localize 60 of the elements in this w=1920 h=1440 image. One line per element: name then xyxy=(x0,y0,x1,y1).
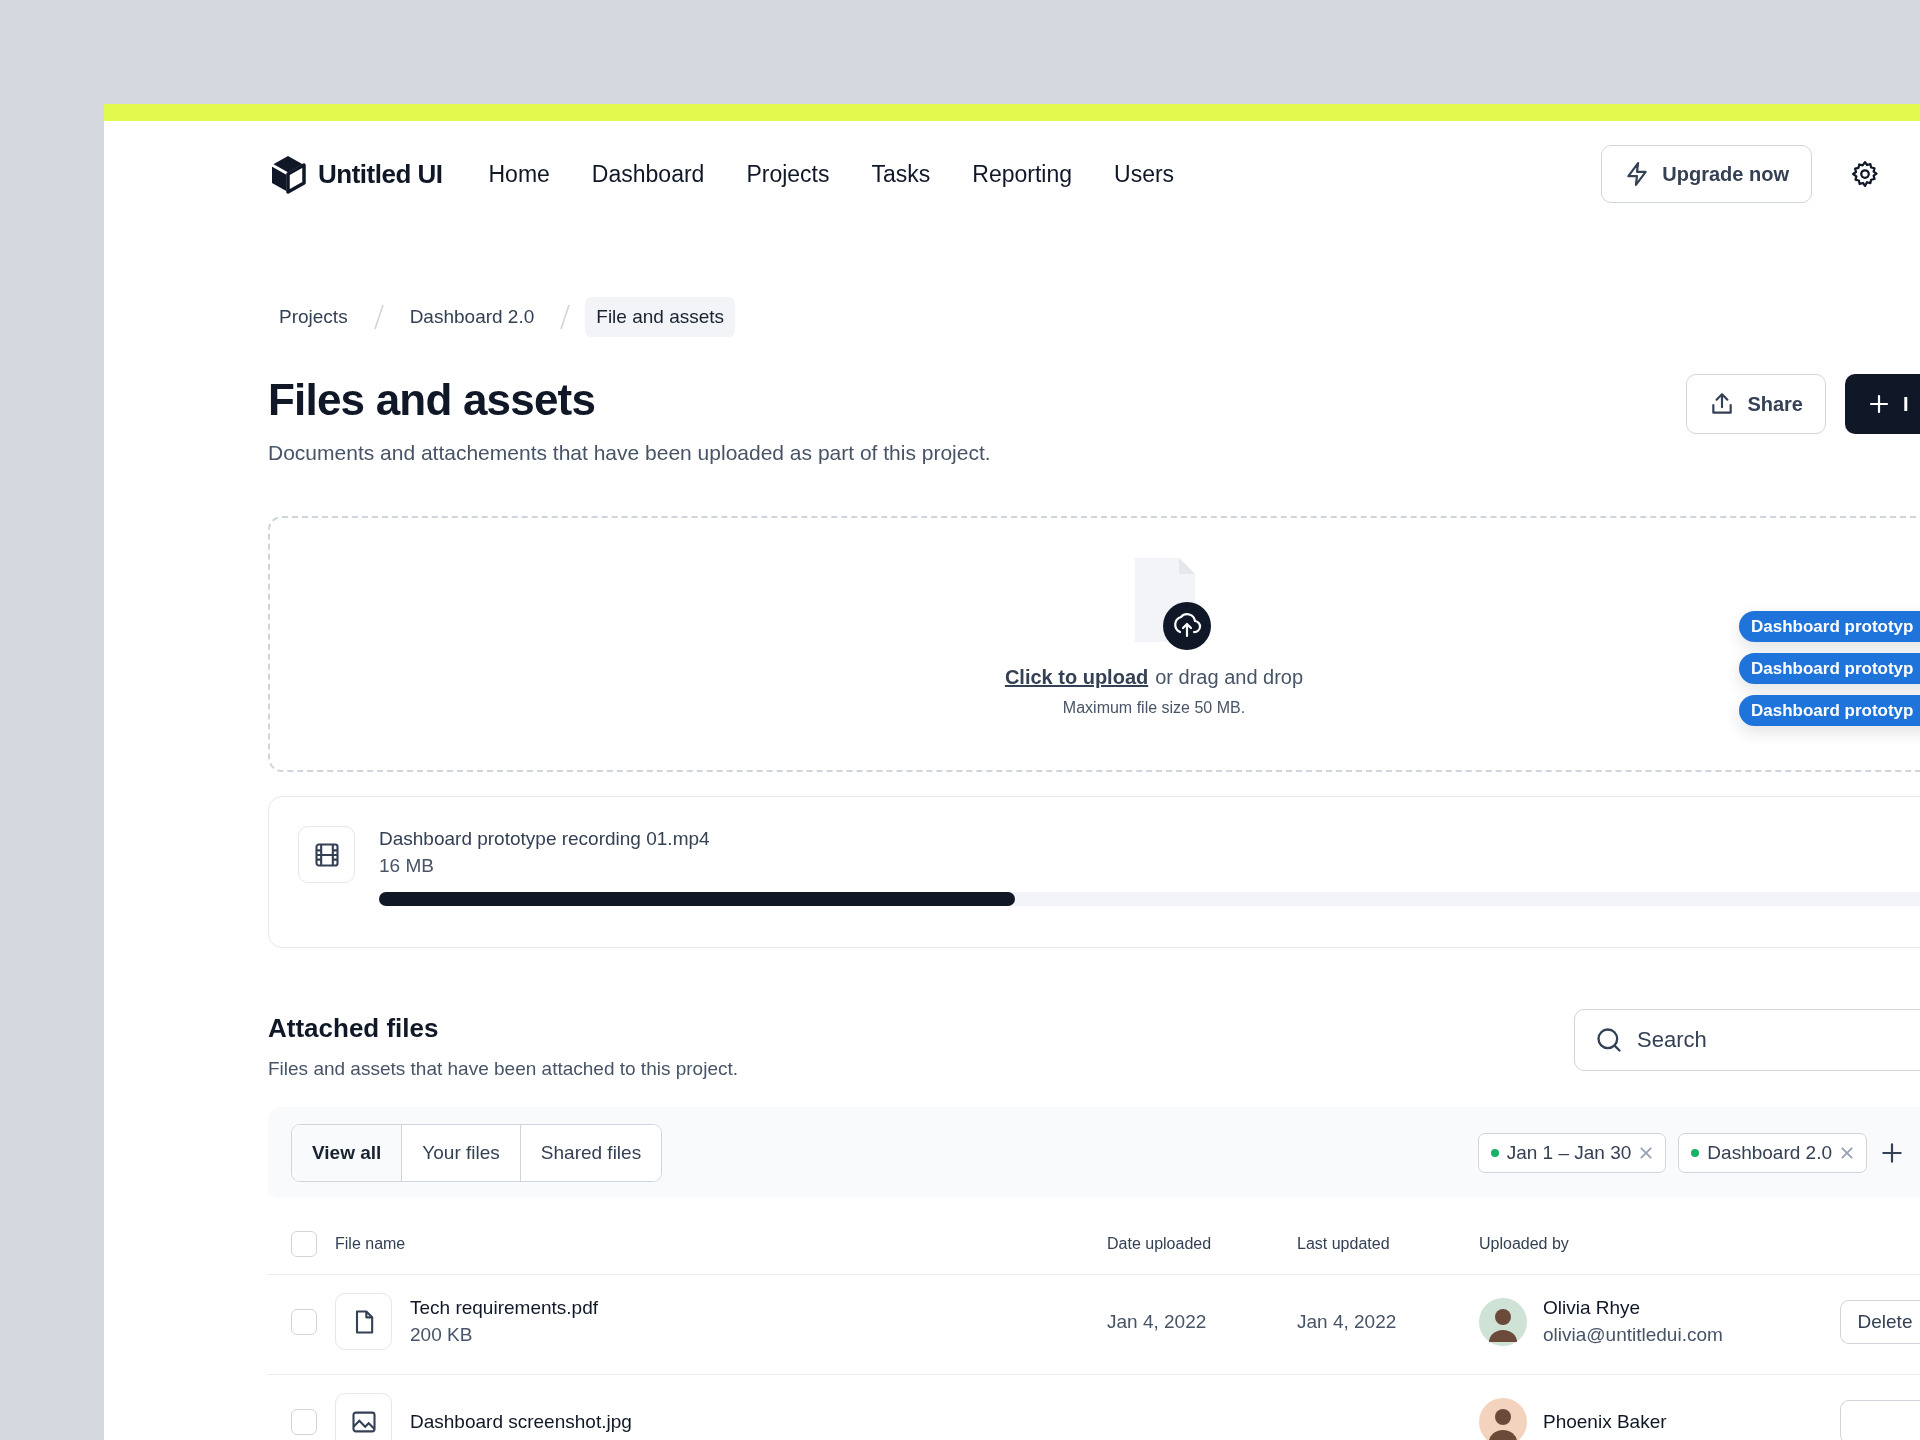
upgrade-button[interactable]: Upgrade now xyxy=(1601,145,1812,203)
filter-label: Jan 1 – Jan 30 xyxy=(1506,1141,1632,1164)
column-header: File name xyxy=(335,1235,406,1253)
page-subtitle: Documents and attachements that have been uploaded as part of this project. xyxy=(268,440,991,466)
upload-dropzone[interactable]: Click to upload or drag and drop Maximum file size 50 MB. Dashboard prototyp Dashboard prototyp Dashboard prototyp xyxy=(268,516,1920,772)
uploader-name: Olivia Rhye xyxy=(1543,1295,1642,1320)
nav-link[interactable]: Users xyxy=(1114,160,1175,188)
status-dot xyxy=(1691,1148,1700,1157)
dragged-file-chip: Dashboard prototyp xyxy=(1739,611,1920,642)
filter-label: Dashboard 2.0 xyxy=(1707,1141,1832,1164)
page-title: Files and assets xyxy=(268,374,597,426)
file-name: Dashboard prototype recording 01.mp4 xyxy=(379,827,711,851)
file-name: Dashboard screenshot.jpg xyxy=(410,1409,632,1434)
nav-link[interactable]: Tasks xyxy=(871,160,931,188)
close-icon[interactable] xyxy=(1639,1145,1654,1160)
breadcrumb-link[interactable]: Projects xyxy=(268,297,359,337)
uploader-email: olivia@untitledui.com xyxy=(1543,1322,1723,1347)
slash-icon xyxy=(372,303,385,331)
plus-icon xyxy=(1867,392,1891,416)
search-field[interactable]: Search xyxy=(1574,1009,1920,1071)
upload-hint: Maximum file size 50 MB. xyxy=(1062,699,1246,717)
delete-button[interactable]: Delete xyxy=(1840,1300,1920,1344)
status-dot xyxy=(1490,1148,1499,1157)
search-icon xyxy=(1595,1026,1623,1054)
slash-icon xyxy=(559,303,572,331)
settings-icon[interactable] xyxy=(1850,159,1880,189)
image-file-icon xyxy=(335,1393,392,1440)
add-button[interactable]: I xyxy=(1845,374,1920,434)
filter-chip[interactable]: Dashboard 2.0 xyxy=(1678,1132,1867,1173)
column-header: Uploaded by xyxy=(1479,1235,1570,1253)
date-cell: Jan 4, 2022 xyxy=(1297,1311,1397,1332)
uploader-name: Phoenix Baker xyxy=(1543,1409,1667,1434)
breadcrumb-link[interactable]: Dashboard 2.0 xyxy=(398,297,546,337)
section-subtitle: Files and assets that have been attached to this project. xyxy=(268,1057,738,1081)
section-title: Attached files xyxy=(268,1012,440,1045)
share-button[interactable]: Share xyxy=(1686,374,1826,434)
close-icon[interactable] xyxy=(1840,1145,1854,1160)
column-header: Date uploaded xyxy=(1107,1235,1213,1253)
select-all-checkbox[interactable] xyxy=(291,1231,317,1257)
column-header: Last updated xyxy=(1297,1235,1391,1253)
file-size: 16 MB xyxy=(379,854,435,878)
upload-link[interactable]: Click to upload xyxy=(1004,666,1149,689)
dragged-file-chip: Dashboard prototyp xyxy=(1739,695,1920,726)
nav-link[interactable]: Reporting xyxy=(972,160,1072,188)
document-icon xyxy=(335,1293,392,1350)
date-cell: Jan 4, 2022 xyxy=(1107,1311,1207,1332)
upload-instruction: or drag and drop xyxy=(1155,666,1304,689)
file-size: 200 KB xyxy=(410,1322,474,1347)
brand-name: Untitled UI xyxy=(318,158,443,190)
nav-link[interactable]: Home xyxy=(488,160,550,188)
file-name: Tech requirements.pdf xyxy=(410,1295,598,1320)
breadcrumb-link[interactable]: File and assets xyxy=(585,297,736,337)
video-file-icon xyxy=(298,826,355,883)
row-checkbox[interactable] xyxy=(291,1308,317,1335)
filter-chip[interactable]: Jan 1 – Jan 30 xyxy=(1477,1132,1667,1173)
nav-link[interactable]: Projects xyxy=(746,160,830,188)
row-checkbox[interactable] xyxy=(291,1408,317,1435)
dragged-file-chip: Dashboard prototyp xyxy=(1739,653,1920,684)
filter-tab[interactable]: View all xyxy=(292,1124,403,1181)
nav-link[interactable]: Dashboard xyxy=(591,160,705,188)
